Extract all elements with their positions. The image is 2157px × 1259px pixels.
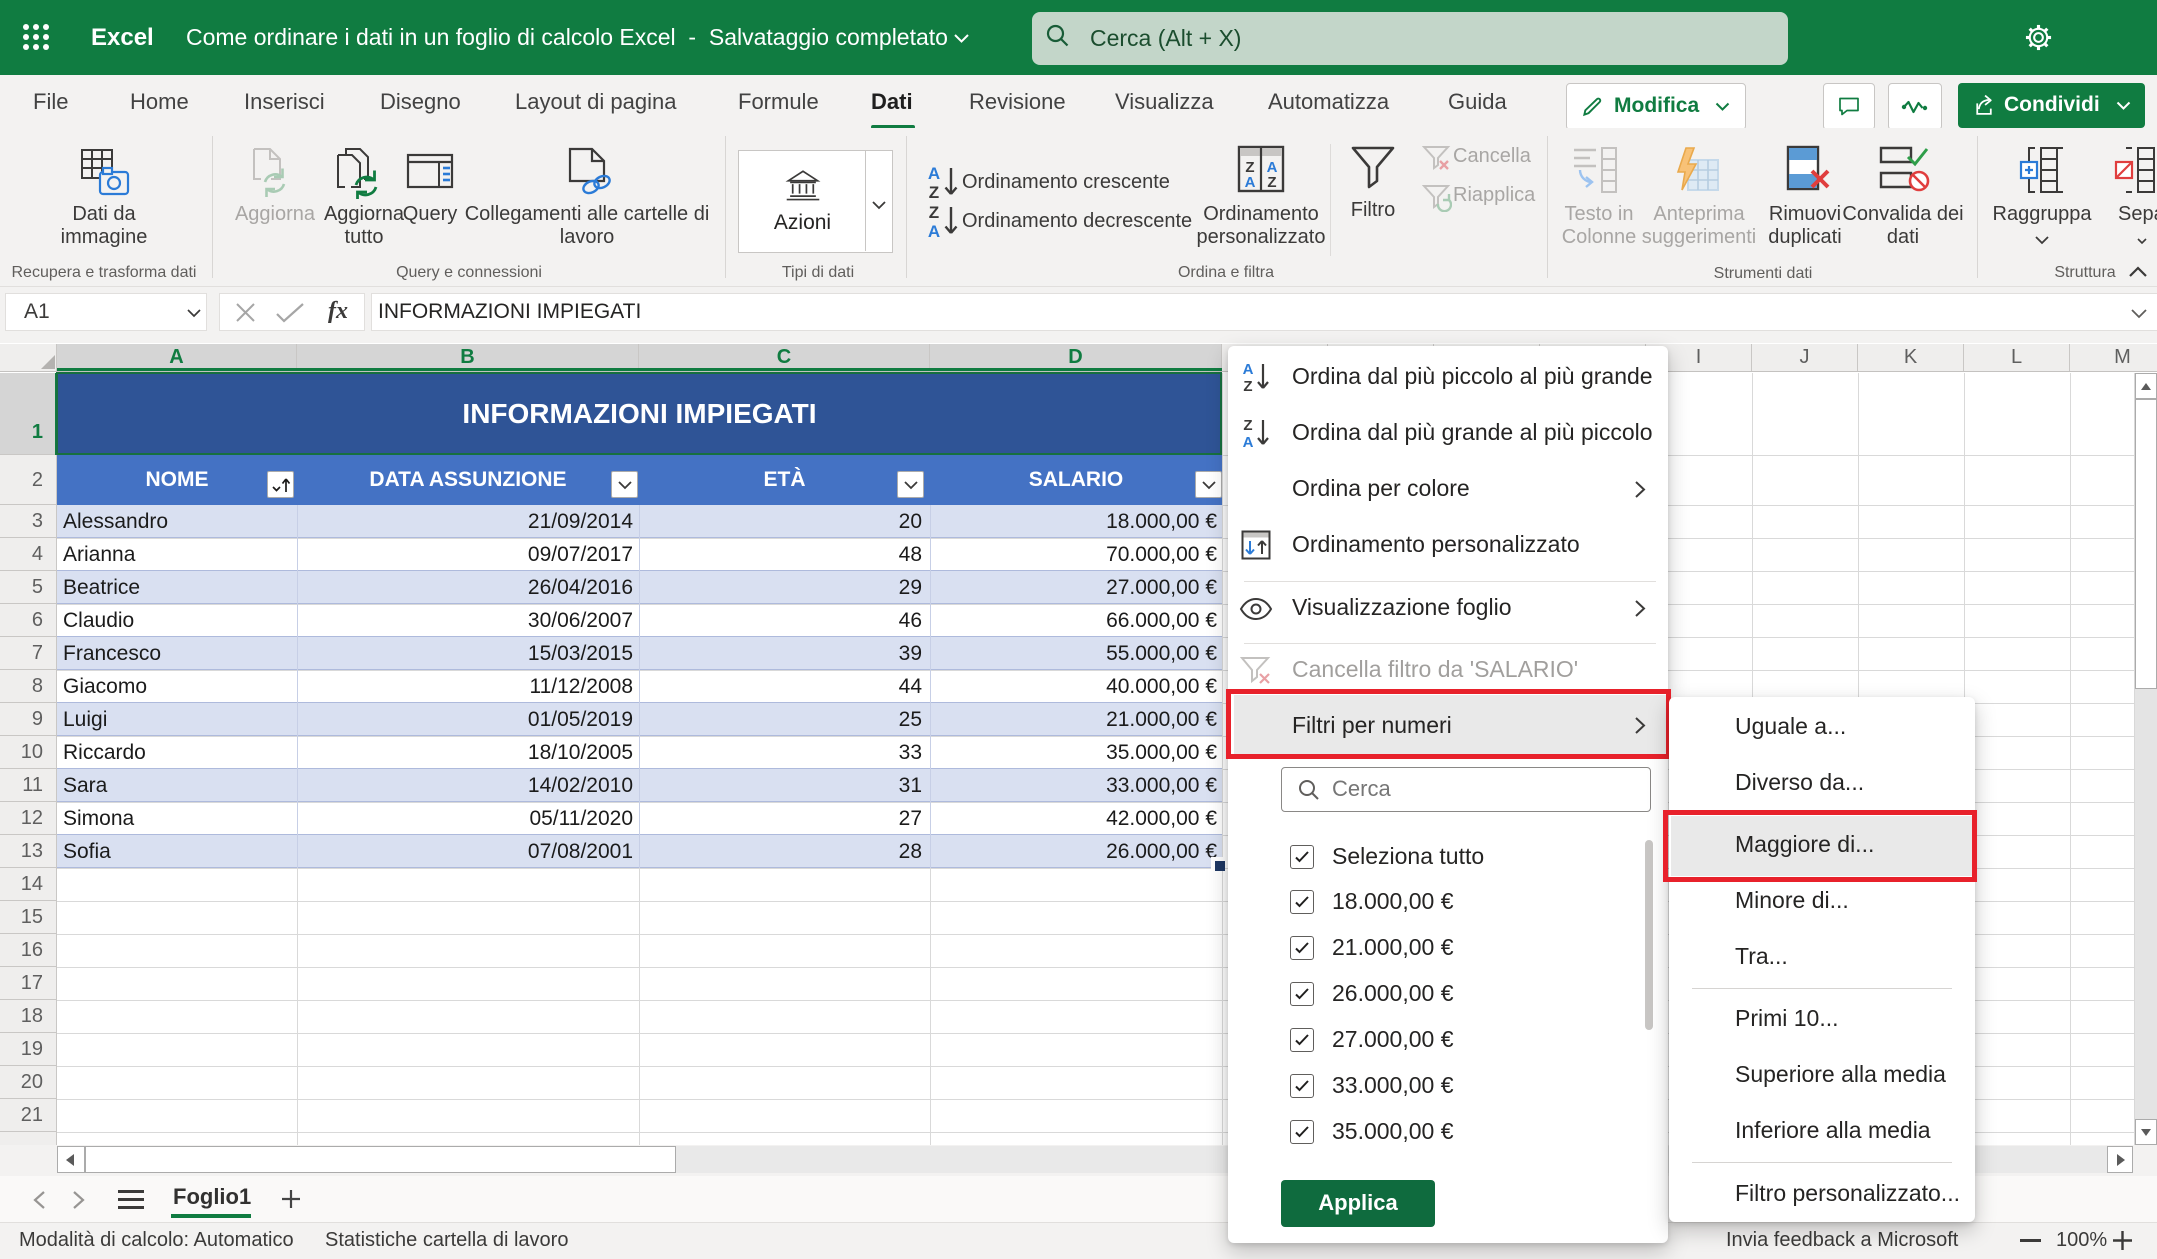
- svg-text:A: A: [1243, 434, 1254, 451]
- svg-text:Z: Z: [1243, 417, 1252, 434]
- svg-text:Z: Z: [1243, 378, 1252, 395]
- svg-text:A: A: [1243, 361, 1254, 378]
